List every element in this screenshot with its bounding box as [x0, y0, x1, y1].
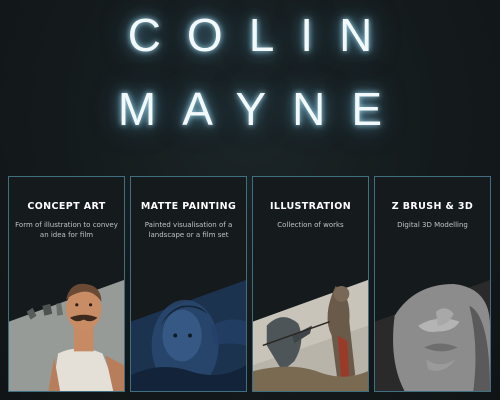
card-illustration[interactable]: ILLUSTRATION Collection of works — [252, 176, 369, 392]
hero-header: COLIN MAYNE — [0, 0, 500, 170]
card-title: Z BRUSH & 3D — [391, 201, 474, 212]
category-cards: CONCEPT ART Form of illustration to conv… — [8, 176, 492, 392]
name-last: MAYNE — [117, 83, 409, 135]
card-zbrush-3d[interactable]: Z BRUSH & 3D Digital 3D Modelling — [374, 176, 491, 392]
card-description: Digital 3D Modelling — [397, 221, 468, 229]
name-first: COLIN — [127, 9, 399, 61]
card-matte-painting[interactable]: MATTE PAINTING Painted visualisation of … — [130, 176, 247, 392]
card-title: ILLUSTRATION — [269, 201, 352, 212]
card-description: Painted visualisation of a landscape or … — [144, 221, 233, 239]
card-title: MATTE PAINTING — [140, 201, 237, 212]
card-concept-art[interactable]: CONCEPT ART Form of illustration to conv… — [8, 176, 125, 392]
card-description: Collection of works — [277, 221, 344, 229]
card-title: CONCEPT ART — [27, 201, 106, 212]
card-description: Form of illustration to convey an idea f… — [15, 221, 118, 239]
